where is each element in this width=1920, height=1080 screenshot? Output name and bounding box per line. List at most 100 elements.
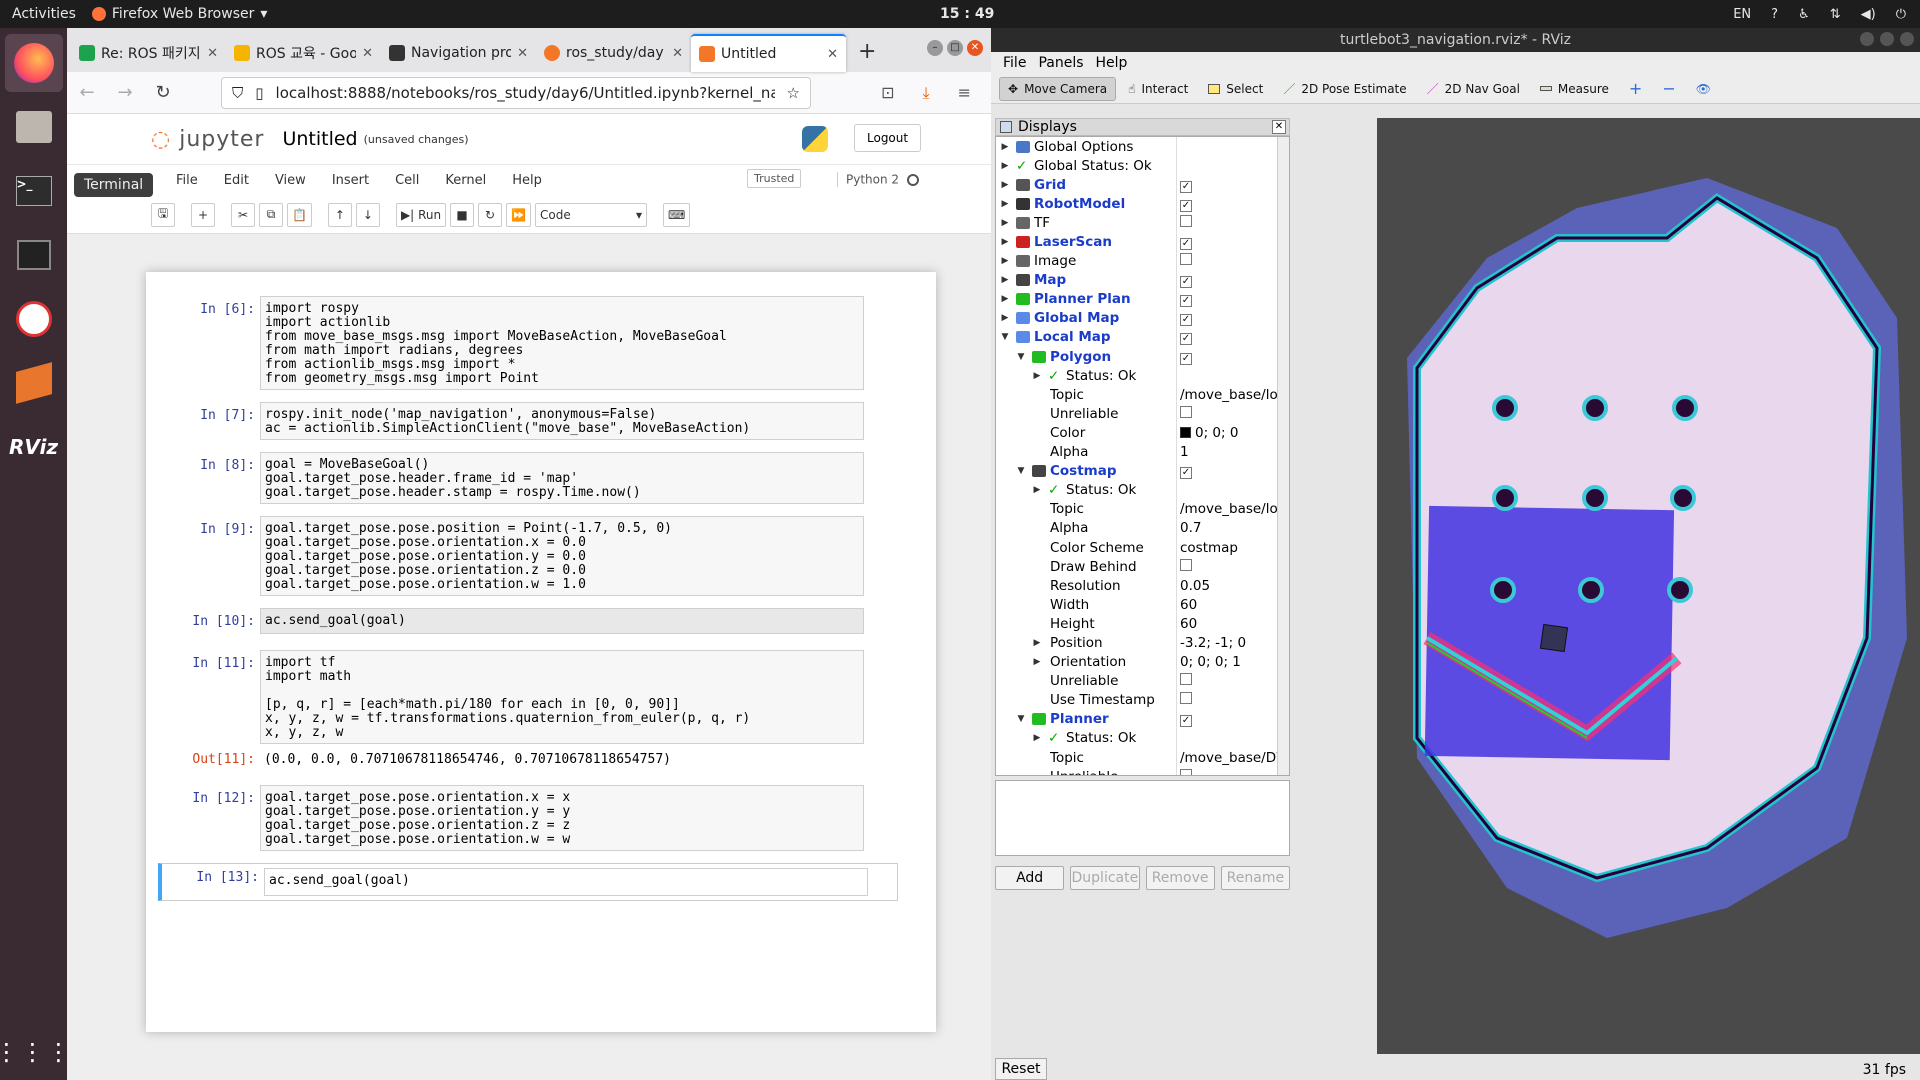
display-row[interactable]: ▶ Global Map ✓ [996,309,1289,328]
jupyter-logo[interactable]: ◌ jupyter [151,127,264,152]
minimize-button[interactable]: – [927,40,943,56]
system-tray[interactable]: EN? ♿ ⇅ ◀) ⏻ [1733,7,1906,22]
expand-right-icon[interactable]: ▶ [1030,485,1044,495]
code-input[interactable]: import rospy import actionlib from move_… [260,296,864,390]
display-value[interactable]: ✓ [1180,711,1289,728]
menu-panels[interactable]: Panels [1038,55,1083,71]
expand-right-icon[interactable]: ▶ [998,199,1012,209]
logout-button[interactable]: Logout [854,124,922,152]
display-value[interactable] [1180,253,1289,269]
dock-text-editor[interactable] [5,290,63,348]
enable-checkbox[interactable] [1180,253,1192,266]
shield-icon[interactable]: ⛉ [232,84,243,102]
enable-checkbox[interactable]: ✓ [1180,467,1192,480]
display-row[interactable]: Color Scheme costmap [996,538,1289,557]
display-value[interactable]: ✓ [1180,272,1289,289]
enable-checkbox[interactable] [1180,692,1192,705]
enable-checkbox[interactable]: ✓ [1180,314,1192,327]
close-icon[interactable]: ✕ [672,46,683,61]
code-cell[interactable]: In [9]: goal.target_pose.pose.position = … [146,516,936,596]
enable-checkbox[interactable]: ✓ [1180,238,1192,251]
display-value[interactable]: 1 [1180,444,1289,460]
enable-checkbox[interactable]: ✓ [1180,276,1192,289]
measure-tool[interactable]: Measure [1532,77,1617,101]
save-button[interactable]: 🖫 [151,202,175,227]
display-row[interactable]: Use Timestamp [996,691,1289,710]
move-down-button[interactable]: ↓ [355,202,380,227]
enable-checkbox[interactable] [1180,673,1192,686]
display-value[interactable]: ✓ [1180,463,1289,480]
display-value[interactable]: 60 [1180,597,1289,613]
interact-tool[interactable]: ☝ Interact [1120,77,1196,101]
menu-insert[interactable]: Insert [319,173,382,188]
enable-checkbox[interactable]: ✓ [1180,199,1192,212]
expand-right-icon[interactable]: ▶ [998,256,1012,266]
display-row[interactable]: ▼ Planner ✓ [996,710,1289,729]
code-cell[interactable]: In [7]: rospy.init_node('map_navigation',… [146,402,936,440]
select-tool[interactable]: Select [1200,77,1271,101]
close-icon[interactable]: ✕ [207,46,218,61]
panel-splitter[interactable] [1291,118,1377,1054]
notebook-title[interactable]: Untitled [282,128,357,150]
rename-display-button[interactable]: Rename [1220,866,1290,890]
display-row[interactable]: ▶ Grid ✓ [996,175,1289,194]
remove-tool-minus-icon[interactable]: − [1654,77,1683,101]
restart-button[interactable]: ↻ [478,202,503,227]
dock-firefox[interactable] [4,34,63,92]
enable-checkbox[interactable]: ✓ [1180,295,1192,308]
expand-down-icon[interactable]: ▼ [1014,352,1028,362]
display-row[interactable]: ▶ TF [996,213,1289,232]
display-row[interactable]: Alpha 1 [996,443,1289,462]
menu-help[interactable]: Help [1096,55,1128,71]
display-value[interactable]: /move_base/local_co... [1180,501,1289,517]
eye-icon[interactable]: 👁 [1688,77,1719,101]
copy-button[interactable]: ⧉ [259,202,283,227]
menu-file[interactable]: File [1003,55,1026,71]
color-swatch[interactable] [1180,427,1191,439]
display-row[interactable]: ▼ Polygon ✓ [996,347,1289,366]
network-icon[interactable]: ⇅ [1830,7,1841,22]
display-row[interactable]: ▶ ✓ Status: Ok [996,366,1289,385]
insert-cell-button[interactable]: + [191,202,215,227]
display-row[interactable]: ▼ Local Map ✓ [996,328,1289,347]
expand-down-icon[interactable]: ▼ [998,332,1012,342]
run-button[interactable]: ▶| Run [395,202,447,227]
menu-view[interactable]: View [262,173,319,188]
display-value[interactable]: 60 [1180,616,1289,632]
menu-cell[interactable]: Cell [382,173,432,188]
display-row[interactable]: ▶ Orientation 0; 0; 0; 1 [996,653,1289,672]
dock-files[interactable] [5,98,63,156]
display-value[interactable]: ✓ [1180,234,1289,251]
cut-button[interactable]: ✂ [231,202,255,227]
move-up-button[interactable]: ↑ [327,202,352,227]
power-icon[interactable]: ⏻ [1896,7,1906,22]
maximize-button[interactable]: □ [947,40,963,56]
display-value[interactable]: ✓ [1180,310,1289,327]
expand-down-icon[interactable]: ▼ [1014,714,1028,724]
display-row[interactable]: ▶ Global Options [996,137,1289,156]
display-value[interactable]: ✓ [1180,291,1289,308]
display-value[interactable]: 0.05 [1180,578,1289,594]
display-row[interactable]: Topic/move_base/local_co... [996,500,1289,519]
volume-icon[interactable]: ◀) [1861,7,1876,22]
code-input[interactable]: goal = MoveBaseGoal() goal.target_pose.h… [260,452,864,504]
display-value[interactable] [1180,768,1289,775]
expand-right-icon[interactable]: ▶ [998,218,1012,228]
display-row[interactable]: ▶ RobotModel ✓ [996,194,1289,213]
display-value[interactable]: ✓ [1180,196,1289,212]
display-row[interactable]: ▶ Image [996,252,1289,271]
display-row[interactable]: Height 60 [996,614,1289,633]
code-input[interactable]: ac.send_goal(goal) [264,868,868,896]
display-row[interactable]: Alpha 0.7 [996,519,1289,538]
code-cell[interactable]: In [6]: import rospy import actionlib fro… [146,296,936,390]
accessibility-icon[interactable]: ♿ [1798,7,1810,22]
app-menu[interactable]: Firefox Web Browser ▾ [91,6,267,22]
interrupt-button[interactable]: ■ [450,202,475,227]
forward-button[interactable]: → [115,82,135,103]
display-row[interactable]: Color 0; 0; 0 [996,423,1289,442]
display-value[interactable]: 0; 0; 0; 1 [1180,654,1289,670]
maximize-button[interactable] [1880,32,1894,46]
close-icon[interactable]: ✕ [1272,120,1286,134]
enable-checkbox[interactable] [1180,405,1192,418]
reset-button[interactable]: Reset [995,1058,1047,1080]
